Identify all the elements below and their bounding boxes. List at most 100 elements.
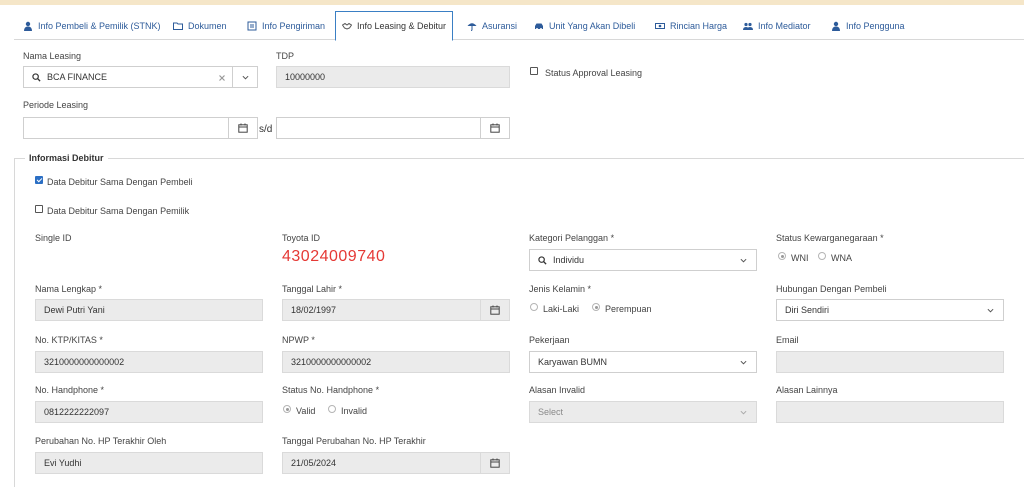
- npwp-field[interactable]: 3210000000000002: [282, 351, 510, 373]
- toyota-id-value: 43024009740: [282, 248, 386, 265]
- tab-label: Info Leasing & Debitur: [357, 21, 447, 31]
- tanggal-lahir-value: 18/02/1997: [291, 305, 337, 315]
- perubahan-oleh-field[interactable]: Evi Yudhi: [35, 452, 263, 474]
- status-approval-label: Status Approval Leasing: [545, 68, 643, 78]
- tanggal-lahir-calendar-button[interactable]: [480, 299, 510, 321]
- email-field[interactable]: [776, 351, 1004, 373]
- perubahan-oleh-label: Perubahan No. HP Terakhir Oleh: [35, 436, 167, 446]
- nama-lengkap-label: Nama Lengkap *: [35, 284, 103, 294]
- nama-leasing-value: BCA FINANCE: [47, 72, 108, 82]
- status-approval-checkbox[interactable]: [530, 67, 538, 75]
- chevron-down-icon: [740, 410, 747, 415]
- alasan-lainnya-field[interactable]: [776, 401, 1004, 423]
- calendar-icon: [490, 305, 500, 315]
- calendar-icon: [490, 123, 500, 133]
- tab-label: Asuransi: [482, 20, 518, 31]
- tab-rincian-harga[interactable]: Rincian Harga: [655, 11, 727, 40]
- no-handphone-label: No. Handphone *: [35, 385, 105, 395]
- wni-radio[interactable]: [778, 252, 786, 260]
- nama-leasing-dropdown-button[interactable]: [232, 66, 258, 88]
- npwp-label: NPWP *: [282, 335, 315, 345]
- periode-leasing-label: Periode Leasing: [23, 100, 89, 110]
- chevron-down-icon: [242, 75, 248, 80]
- status-hp-label: Status No. Handphone *: [282, 385, 380, 395]
- document-icon: [247, 21, 257, 30]
- tab-dokumen[interactable]: Dokumen: [173, 11, 227, 40]
- search-icon: [538, 255, 547, 265]
- tab-label: Info Pengguna: [846, 20, 905, 31]
- periode-to-input[interactable]: [276, 117, 481, 139]
- hubungan-value: Diri Sendiri: [785, 305, 830, 315]
- umbrella-icon: [467, 22, 477, 31]
- valid-radio[interactable]: [283, 405, 291, 413]
- person-icon: [24, 21, 32, 31]
- tab-info-mediator[interactable]: Info Mediator: [743, 11, 811, 40]
- perempuan-radio[interactable]: [592, 303, 600, 311]
- pekerjaan-select[interactable]: Karyawan BUMN: [529, 351, 757, 373]
- tab-info-pembeli[interactable]: Info Pembeli & Pemilik (STNK): [23, 11, 161, 40]
- tab-label: Dokumen: [188, 20, 227, 31]
- perubahan-oleh-value: Evi Yudhi: [44, 458, 82, 468]
- periode-to-calendar-button[interactable]: [480, 117, 510, 139]
- tab-asuransi[interactable]: Asuransi: [467, 11, 517, 40]
- perempuan-label: Perempuan: [605, 304, 652, 314]
- hubungan-select[interactable]: Diri Sendiri: [776, 299, 1004, 321]
- fieldset-border-left: [14, 158, 15, 487]
- periode-from-input[interactable]: [23, 117, 229, 139]
- same-as-owner-checkbox[interactable]: [35, 205, 43, 213]
- wna-label: WNA: [831, 253, 852, 263]
- tdp-value: 10000000: [285, 72, 326, 82]
- tdp-field[interactable]: 10000000: [276, 66, 510, 88]
- laki-laki-radio[interactable]: [530, 303, 538, 311]
- alasan-invalid-select[interactable]: Select: [529, 401, 757, 423]
- alasan-invalid-label: Alasan Invalid: [529, 385, 586, 395]
- tanggal-lahir-field[interactable]: 18/02/1997: [282, 299, 481, 321]
- tab-info-leasing[interactable]: Info Leasing & Debitur: [335, 11, 454, 41]
- tanggal-perubahan-value: 21/05/2024: [291, 458, 337, 468]
- tanggal-lahir-label: Tanggal Lahir *: [282, 284, 343, 294]
- folder-icon: [173, 22, 183, 30]
- alasan-lainnya-label: Alasan Lainnya: [776, 385, 838, 395]
- nama-leasing-select[interactable]: BCA FINANCE: [23, 66, 233, 88]
- valid-label: Valid: [296, 406, 316, 416]
- kategori-pelanggan-value: Individu: [553, 255, 585, 265]
- ktp-field[interactable]: 3210000000000002: [35, 351, 263, 373]
- ktp-label: No. KTP/KITAS *: [35, 335, 103, 345]
- tanggal-perubahan-calendar-button[interactable]: [480, 452, 510, 474]
- same-as-buyer-label: Data Debitur Sama Dengan Pembeli: [47, 177, 193, 187]
- fieldset-border-top: [14, 158, 1024, 159]
- same-as-buyer-checkbox[interactable]: [35, 176, 43, 184]
- wni-label: WNI: [791, 253, 809, 263]
- wna-radio[interactable]: [818, 252, 826, 260]
- tab-label: Info Pembeli & Pemilik (STNK): [38, 20, 161, 31]
- periode-separator: s/d: [259, 124, 273, 135]
- tab-info-pengguna[interactable]: Info Pengguna: [831, 11, 905, 40]
- tab-bar: Info Pembeli & Pemilik (STNK) Dokumen In…: [14, 11, 1024, 41]
- email-label: Email: [776, 335, 799, 345]
- search-icon: [32, 72, 41, 82]
- clear-icon[interactable]: [219, 75, 225, 81]
- top-accent-bar: [0, 0, 1024, 5]
- toyota-id-label: Toyota ID: [282, 233, 321, 243]
- no-handphone-field[interactable]: 0812222222097: [35, 401, 263, 423]
- nama-lengkap-value: Dewi Putri Yani: [44, 305, 105, 315]
- kategori-pelanggan-select[interactable]: Individu: [529, 249, 757, 271]
- periode-from-calendar-button[interactable]: [228, 117, 258, 139]
- tab-unit[interactable]: Unit Yang Akan Dibeli: [534, 11, 635, 40]
- invalid-radio[interactable]: [328, 405, 336, 413]
- nama-leasing-label: Nama Leasing: [23, 51, 82, 61]
- tab-info-pengiriman[interactable]: Info Pengiriman: [247, 11, 325, 40]
- handshake-icon: [342, 22, 352, 30]
- tanggal-perubahan-label: Tanggal Perubahan No. HP Terakhir: [282, 436, 426, 446]
- hubungan-label: Hubungan Dengan Pembeli: [776, 284, 887, 294]
- same-as-owner-label: Data Debitur Sama Dengan Pemilik: [47, 206, 190, 216]
- tab-label: Unit Yang Akan Dibeli: [549, 20, 636, 31]
- nama-lengkap-field[interactable]: Dewi Putri Yani: [35, 299, 263, 321]
- tdp-label: TDP: [276, 51, 294, 61]
- chevron-down-icon: [987, 308, 994, 313]
- tab-label: Info Mediator: [758, 20, 811, 31]
- jenis-kelamin-label: Jenis Kelamin *: [529, 284, 592, 294]
- alasan-invalid-placeholder: Select: [538, 407, 564, 417]
- tanggal-perubahan-field[interactable]: 21/05/2024: [282, 452, 481, 474]
- invalid-label: Invalid: [341, 406, 368, 416]
